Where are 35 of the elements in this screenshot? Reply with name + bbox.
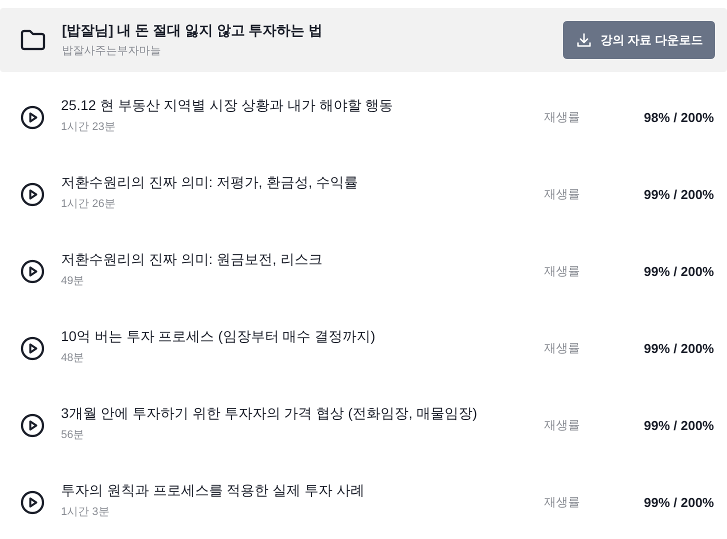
- play-icon[interactable]: [20, 413, 45, 438]
- course-title: [밥잘님] 내 돈 절대 잃지 않고 투자하는 법: [62, 22, 324, 40]
- playback-rate: 99% / 200%: [642, 341, 714, 356]
- playback-rate-label: 재생률: [544, 417, 581, 434]
- lecture-duration: 49분: [61, 274, 86, 288]
- course-author: 밥잘사주는부자마늘: [62, 44, 162, 58]
- lecture-title[interactable]: 투자의 원칙과 프로세스를 적용한 실제 투자 사례: [61, 482, 544, 500]
- playback-rate: 98% / 200%: [642, 110, 714, 125]
- lecture-duration: 56분: [61, 428, 86, 442]
- play-icon[interactable]: [20, 105, 45, 130]
- folder-icon: [20, 29, 46, 51]
- download-icon: [576, 32, 592, 48]
- play-icon[interactable]: [20, 490, 45, 515]
- lecture-title[interactable]: 3개월 안에 투자하기 위한 투자자의 가격 협상 (전화임장, 매물임장): [61, 405, 544, 423]
- download-button[interactable]: 강의 자료 다운로드: [563, 21, 715, 59]
- play-icon[interactable]: [20, 336, 45, 361]
- lecture-duration: 1시간 23분: [61, 120, 116, 134]
- playback-rate-label: 재생률: [544, 186, 581, 203]
- playback-rate: 99% / 200%: [642, 495, 714, 510]
- play-icon[interactable]: [20, 259, 45, 284]
- lecture-duration: 48분: [61, 351, 86, 365]
- lecture-title[interactable]: 25.12 현 부동산 지역별 시장 상황과 내가 해야할 행동: [61, 97, 544, 115]
- playback-rate-label: 재생률: [544, 263, 581, 280]
- playback-rate-label: 재생률: [544, 494, 581, 511]
- play-icon[interactable]: [20, 182, 45, 207]
- lecture-duration: 1시간 26분: [61, 197, 116, 211]
- playback-rate: 99% / 200%: [642, 418, 714, 433]
- lecture-title[interactable]: 저환수원리의 진짜 의미: 원금보전, 리스크: [61, 251, 544, 269]
- lecture-title[interactable]: 10억 버는 투자 프로세스 (임장부터 매수 결정까지): [61, 328, 544, 346]
- playback-rate-label: 재생률: [544, 109, 581, 126]
- playback-rate: 99% / 200%: [642, 187, 714, 202]
- lecture-title[interactable]: 저환수원리의 진짜 의미: 저평가, 환금성, 수익률: [61, 174, 544, 192]
- lecture-duration: 1시간 3분: [61, 505, 110, 519]
- playback-rate: 99% / 200%: [642, 264, 714, 279]
- playback-rate-label: 재생률: [544, 340, 581, 357]
